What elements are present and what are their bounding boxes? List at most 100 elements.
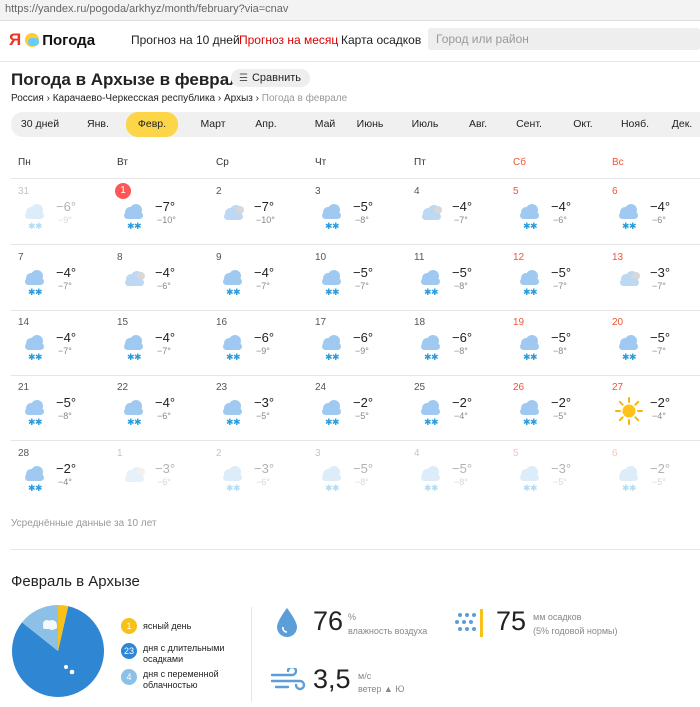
day-cell[interactable]: 22 ✱ ✱ −4° −6° <box>117 382 216 447</box>
nav-10-days[interactable]: Прогноз на 10 дней <box>131 33 240 47</box>
day-temp: −6° <box>353 330 374 345</box>
breadcrumb-region[interactable]: Карачаево-Черкесская республика <box>53 93 215 104</box>
day-cell[interactable]: 8 −4° −6° <box>117 252 216 317</box>
day-cell[interactable]: 6 ✱ ✱ −2° −5° <box>612 448 700 513</box>
snow-icon: ✱ ✱ <box>218 331 248 363</box>
night-temp: −10° <box>256 215 275 225</box>
day-cell[interactable]: 16 ✱ ✱ −6° −9° <box>216 317 315 382</box>
search-box[interactable] <box>428 28 700 50</box>
month-tab-4[interactable]: Апр. <box>240 112 292 137</box>
night-temp: −7° <box>355 281 369 291</box>
night-temp: −4° <box>58 477 72 487</box>
day-cell[interactable]: 1 −3° −6° <box>117 448 216 513</box>
month-tab-7[interactable]: Июль <box>399 112 451 137</box>
month-tab-11[interactable]: Нояб. <box>609 112 661 137</box>
breadcrumb-russia[interactable]: Россия <box>11 93 44 104</box>
month-tab-3[interactable]: Март <box>187 112 239 137</box>
day-cell[interactable]: 12 ✱ ✱ −5° −7° <box>513 252 612 317</box>
month-tab-0[interactable]: 30 дней <box>11 112 69 137</box>
day-number: 28 <box>18 448 30 459</box>
snow-icon: ✱ ✱ <box>317 200 347 232</box>
day-cell[interactable]: 23 ✱ ✱ −3° −5° <box>216 382 315 447</box>
day-cell[interactable]: 24 ✱ ✱ −2° −5° <box>315 382 414 447</box>
snow-icon: ✱ ✱ <box>317 331 347 363</box>
svg-text:✱: ✱ <box>530 353 538 361</box>
svg-text:✱: ✱ <box>332 418 340 426</box>
day-temp: −4° <box>56 330 77 345</box>
day-temp: −4° <box>56 265 77 280</box>
svg-text:✱: ✱ <box>530 222 538 230</box>
night-temp: −4° <box>454 411 468 421</box>
day-cell[interactable]: 5 ✱ ✱ −3° −5° <box>513 448 612 513</box>
month-tab-1[interactable]: Янв. <box>72 112 124 137</box>
night-temp: −5° <box>553 477 567 487</box>
night-temp: −8° <box>454 346 468 356</box>
day-cell[interactable]: 28 ✱ ✱ −2° −4° <box>18 448 117 513</box>
day-cell[interactable]: 15 ✱ ✱ −4° −7° <box>117 317 216 382</box>
site-header: Я Погода Прогноз на 10 дней Прогноз на м… <box>0 20 700 62</box>
day-cell[interactable]: 26 ✱ ✱ −2° −5° <box>513 382 612 447</box>
day-cell[interactable]: 27 −2° −4° <box>612 382 700 447</box>
day-number: 4 <box>414 448 420 459</box>
month-tab-6[interactable]: Июнь <box>344 112 396 137</box>
day-cell[interactable]: 18 ✱ ✱ −6° −8° <box>414 317 513 382</box>
day-cell[interactable]: 19 ✱ ✱ −5° −8° <box>513 317 612 382</box>
svg-text:✱: ✱ <box>629 484 637 492</box>
day-cell[interactable]: 4 −4° −7° <box>414 186 513 251</box>
day-cell[interactable]: 7 ✱ ✱ −4° −7° <box>18 252 117 317</box>
nav-precip-map[interactable]: Карта осадков <box>341 33 421 47</box>
nav-month[interactable]: Прогноз на месяц <box>239 33 338 47</box>
day-cell[interactable]: 11 ✱ ✱ −5° −8° <box>414 252 513 317</box>
month-tab-10[interactable]: Окт. <box>557 112 609 137</box>
day-cell[interactable]: 31 ✱ ✱ −6° −9° <box>18 186 117 251</box>
day-cell[interactable]: 17 ✱ ✱ −6° −9° <box>315 317 414 382</box>
humidity-drop-icon <box>277 608 297 637</box>
browser-address-bar[interactable]: https://yandex.ru/pogoda/arkhyz/month/fe… <box>0 0 700 21</box>
snow-icon: ✱ ✱ <box>317 462 347 494</box>
month-tab-2[interactable]: Февр. <box>126 112 178 137</box>
svg-text:✱: ✱ <box>233 353 241 361</box>
day-number: 26 <box>513 382 525 393</box>
day-number: 3 <box>315 448 321 459</box>
day-temp: −3° <box>551 461 572 476</box>
day-cell[interactable]: 9 ✱ ✱ −4° −7° <box>216 252 315 317</box>
day-cell[interactable]: 2 −7° −10° <box>216 186 315 251</box>
day-cell[interactable]: 20 ✱ ✱ −5° −7° <box>612 317 700 382</box>
yandex-weather-logo[interactable]: Я Погода <box>9 30 95 50</box>
legend-precip: 23 дня с длительными осадками <box>121 643 251 665</box>
day-cell[interactable]: 4 ✱ ✱ −5° −8° <box>414 448 513 513</box>
day-cell[interactable]: 21 ✱ ✱ −5° −8° <box>18 382 117 447</box>
day-cell[interactable]: 5 ✱ ✱ −4° −6° <box>513 186 612 251</box>
night-temp: −9° <box>58 215 72 225</box>
day-cell[interactable]: 3 ✱ ✱ −5° −8° <box>315 186 414 251</box>
night-temp: −7° <box>58 281 72 291</box>
day-number: 22 <box>117 382 129 393</box>
day-cell[interactable]: 13 −3° −7° <box>612 252 700 317</box>
month-tab-12[interactable]: Дек. <box>664 112 700 137</box>
svg-text:✱: ✱ <box>431 418 439 426</box>
svg-text:✱: ✱ <box>332 222 340 230</box>
day-cell[interactable]: 3 ✱ ✱ −5° −8° <box>315 448 414 513</box>
day-temp: −2° <box>56 461 77 476</box>
url-text[interactable]: https://yandex.ru/pogoda/arkhyz/month/fe… <box>5 3 288 15</box>
cloudy-icon <box>119 462 149 492</box>
day-cell[interactable]: 25 ✱ ✱ −2° −4° <box>414 382 513 447</box>
day-cell[interactable]: 6 ✱ ✱ −4° −6° <box>612 186 700 251</box>
month-tab-9[interactable]: Сент. <box>503 112 555 137</box>
month-tab-8[interactable]: Авг. <box>452 112 504 137</box>
breadcrumb-city[interactable]: Архыз <box>224 93 253 104</box>
snow-icon: ✱ ✱ <box>317 266 347 298</box>
day-temp: −7° <box>155 199 176 214</box>
day-cell[interactable]: 14 ✱ ✱ −4° −7° <box>18 317 117 382</box>
snow-icon: ✱ ✱ <box>416 266 446 298</box>
day-cell[interactable]: 1 ✱ ✱ −7° −10° <box>115 183 216 251</box>
search-input[interactable] <box>428 28 694 50</box>
day-temp: −5° <box>56 395 77 410</box>
day-cell[interactable]: 2 ✱ ✱ −3° −6° <box>216 448 315 513</box>
legend-clear-label: ясный день <box>143 621 192 631</box>
compare-button[interactable]: ☰ Сравнить <box>231 69 310 87</box>
precip-unit: мм осадков <box>533 612 582 622</box>
night-temp: −7° <box>652 346 666 356</box>
day-cell[interactable]: 10 ✱ ✱ −5° −7° <box>315 252 414 317</box>
snow-icon: ✱ ✱ <box>20 396 50 428</box>
